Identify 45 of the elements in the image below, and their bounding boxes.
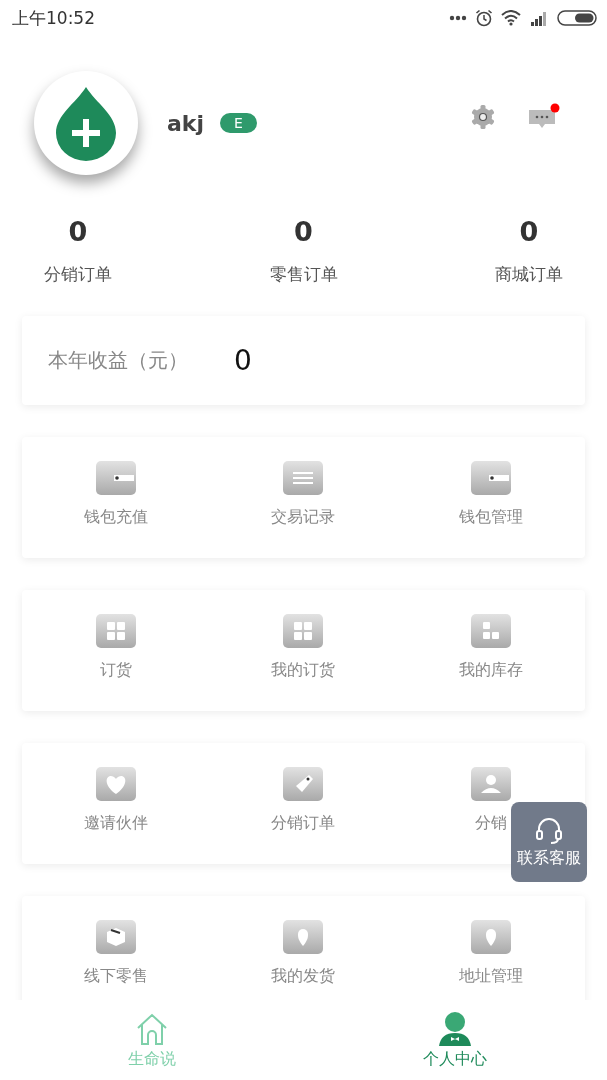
menu-item[interactable]: 邀请伙伴	[83, 743, 148, 864]
wifi-icon	[501, 10, 521, 26]
box-icon	[95, 920, 136, 954]
stat-value: 0	[519, 216, 539, 247]
stat-label[interactable]: 零售订单	[269, 263, 338, 286]
stat-value: 0	[294, 216, 313, 247]
grid-icon	[95, 614, 136, 648]
income-value: 0	[234, 344, 252, 377]
card-icon	[471, 461, 512, 495]
menu-item[interactable]: 我的发货	[271, 896, 336, 1000]
pin-icon	[283, 920, 324, 954]
signal-icon	[529, 10, 549, 26]
menu-item[interactable]: 交易记录	[271, 437, 336, 558]
person-icon	[471, 767, 512, 801]
income-label: 本年收益（元）	[48, 347, 189, 374]
user-name: akj	[167, 110, 205, 136]
more-icon	[449, 15, 467, 21]
settings-icon[interactable]	[469, 103, 497, 131]
menu-item[interactable]: 钱包管理	[459, 437, 524, 558]
stat-label[interactable]: 商城订单	[495, 263, 563, 286]
menu-item[interactable]: 地址管理	[459, 896, 524, 1000]
battery-icon	[557, 10, 597, 26]
status-time: 上午10:52	[12, 6, 95, 30]
customer-service-button[interactable]: 联系客服	[511, 802, 587, 882]
level-badge: E	[220, 113, 257, 133]
avatar[interactable]	[34, 71, 138, 175]
grid-icon	[283, 614, 324, 648]
menu-item[interactable]: 分销订单	[271, 743, 336, 864]
alarm-icon	[475, 9, 493, 27]
person-icon	[437, 1010, 474, 1047]
menu-item[interactable]: 我的订货	[271, 590, 336, 711]
menu-item[interactable]: 我的库存	[459, 590, 524, 711]
menu-item[interactable]: 分销	[471, 743, 512, 864]
stat-value: 0	[68, 216, 88, 247]
menu-item[interactable]: 钱包充值	[83, 437, 148, 558]
stat-label[interactable]: 分销订单	[44, 263, 112, 286]
pin-icon	[471, 920, 512, 954]
card-icon	[95, 461, 136, 495]
blocks-icon	[471, 614, 512, 648]
tag-icon	[283, 767, 324, 801]
menu-item[interactable]: 订货	[95, 590, 136, 711]
headset-icon	[534, 815, 564, 846]
menu-item[interactable]: 线下零售	[83, 896, 148, 1000]
tab[interactable]: 个人中心	[303, 1000, 607, 1080]
list-icon	[283, 461, 324, 495]
